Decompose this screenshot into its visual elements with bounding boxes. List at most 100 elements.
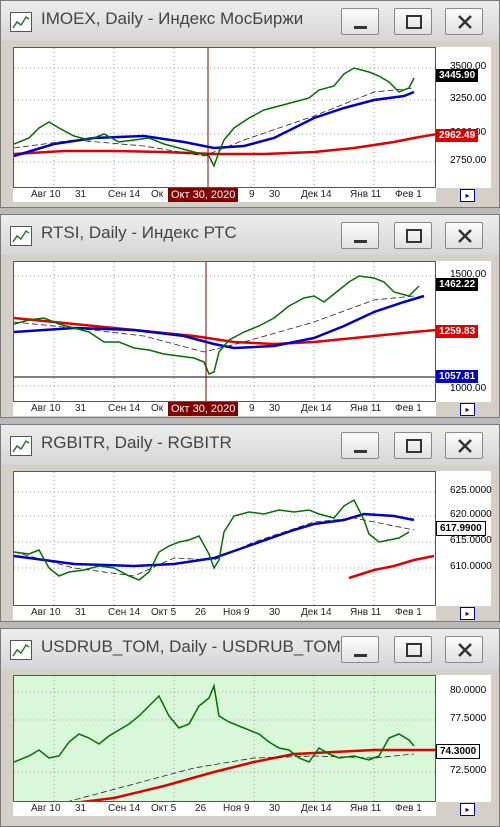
date-label: Янв 11 <box>350 607 382 618</box>
date-label: 9 <box>249 403 255 414</box>
ma-slow-line <box>348 554 435 580</box>
crosshair-date-label: Окт 30, 2020 <box>168 188 239 202</box>
price-axis: 1500.00 1000.00 1462.22 1259.83 1057.81 <box>436 261 491 402</box>
maximize-button[interactable] <box>394 222 432 249</box>
title-bar[interactable]: RGBITR, Daily - RGBITR <box>1 425 499 465</box>
time-axis: Авг 10 31 Сен 14 Окт 5 26 Ноя 9 30 Дек 1… <box>13 802 436 816</box>
price-chart-area[interactable] <box>13 675 436 802</box>
maximize-button[interactable] <box>394 636 432 663</box>
price-chart-area[interactable] <box>13 261 436 402</box>
ma-slow-line <box>14 316 435 346</box>
minimize-button[interactable] <box>341 432 379 459</box>
date-label: Ноя 9 <box>223 607 250 618</box>
price-chart-area[interactable] <box>13 47 436 188</box>
price-chart-area[interactable] <box>13 471 436 606</box>
title-bar[interactable]: IMOEX, Daily - Индекс МосБиржи <box>1 1 499 41</box>
price-chart <box>14 262 435 401</box>
tick-label: 72.5000 <box>450 765 487 776</box>
date-label: Фев 1 <box>395 403 422 414</box>
date-label: 9 <box>249 189 255 200</box>
ma-fast-line <box>14 512 415 568</box>
date-label: Дек 14 <box>301 803 332 814</box>
tick-label: 1000.00 <box>450 383 487 394</box>
date-label: Фев 1 <box>395 189 422 200</box>
last-price-tag: 3445.90 <box>436 69 479 82</box>
date-label: Дек 14 <box>301 403 332 414</box>
date-label: Дек 14 <box>301 607 332 618</box>
date-label: Фев 1 <box>395 803 422 814</box>
price-axis: 625.0000 620.0000 615.0000 610.0000 617.… <box>436 471 492 606</box>
window-title: RGBITR, Daily - RGBITR <box>41 433 232 452</box>
minimize-button[interactable] <box>341 8 379 35</box>
price-line <box>14 498 410 581</box>
close-button[interactable] <box>445 636 483 663</box>
chart-window-icon <box>10 640 32 660</box>
tick-label: 80.0000 <box>450 685 487 696</box>
date-label: 31 <box>75 189 87 200</box>
price-axis: 80.0000 77.5000 72.5000 74.3000 <box>436 675 491 802</box>
scroll-to-end-icon[interactable]: ▸ <box>460 403 475 416</box>
tick-label: 620.0000 <box>450 509 492 520</box>
chart-window-icon <box>10 226 32 246</box>
chart-window-usdrub: USDRUB_TOM, Daily - USDRUB_TOM 80.0000 7… <box>0 628 500 827</box>
date-label: 31 <box>75 607 87 618</box>
tick-label: 610.0000 <box>450 561 492 572</box>
date-label: Авг 10 <box>31 803 61 814</box>
tick-label: 615.0000 <box>450 535 492 546</box>
date-label: Дек 14 <box>301 189 332 200</box>
ma-value-tag: 2962.49 <box>436 129 479 142</box>
close-button[interactable] <box>445 222 483 249</box>
scroll-to-end-icon[interactable]: ▸ <box>460 189 475 202</box>
date-label: 30 <box>269 403 281 414</box>
last-price-tag: 1462.22 <box>436 278 479 291</box>
close-button[interactable] <box>445 8 483 35</box>
maximize-button[interactable] <box>394 8 432 35</box>
scroll-to-end-icon[interactable]: ▸ <box>460 607 475 620</box>
date-label: Ок <box>151 189 164 200</box>
chart-window-rtsi: RTSI, Daily - Индекс РТС 1500.00 1000.00… <box>0 214 500 418</box>
title-bar[interactable]: USDRUB_TOM, Daily - USDRUB_TOM <box>1 629 499 669</box>
date-label: Фев 1 <box>395 607 422 618</box>
date-label: Окт 5 <box>151 803 177 814</box>
date-label: Янв 11 <box>350 803 382 814</box>
date-label: 26 <box>195 803 207 814</box>
last-price-tag: 74.3000 <box>436 744 481 759</box>
window-title: RTSI, Daily - Индекс РТС <box>41 223 237 242</box>
close-button[interactable] <box>445 432 483 459</box>
level-value-tag: 1057.81 <box>436 370 479 383</box>
minimize-button[interactable] <box>341 636 379 663</box>
title-bar[interactable]: RTSI, Daily - Индекс РТС <box>1 215 499 255</box>
chart-window-icon <box>10 436 32 456</box>
date-label: Янв 11 <box>350 189 382 200</box>
time-axis: Авг 10 31 Сен 14 Ок Окт 30, 2020 9 30 Де… <box>13 402 436 416</box>
date-label: Ок <box>151 403 164 414</box>
scroll-to-end-icon[interactable]: ▸ <box>460 803 475 816</box>
maximize-button[interactable] <box>394 432 432 459</box>
date-label: Авг 10 <box>31 607 61 618</box>
date-label: 26 <box>195 607 207 618</box>
date-label: 30 <box>269 189 281 200</box>
date-label: Авг 10 <box>31 189 61 200</box>
price-chart <box>14 472 435 605</box>
minimize-button[interactable] <box>341 222 379 249</box>
price-axis: 3500.00 3250.00 3000.00 2750.00 3445.90 … <box>436 47 491 188</box>
date-label: Сен 14 <box>108 803 141 814</box>
tick-label: 3250.00 <box>450 93 487 104</box>
chart-window-rgbitr: RGBITR, Daily - RGBITR 625.0000 620.0000… <box>0 424 500 622</box>
ma-thin-line <box>14 87 415 157</box>
date-label: Окт 5 <box>151 607 177 618</box>
date-label: 30 <box>269 803 281 814</box>
date-label: 31 <box>75 403 87 414</box>
window-title: IMOEX, Daily - Индекс МосБиржи <box>41 9 304 28</box>
chart-window-icon <box>10 12 32 32</box>
price-chart <box>14 676 435 801</box>
time-axis: Авг 10 31 Сен 14 Ок Окт 30, 2020 9 30 Де… <box>13 188 436 202</box>
time-axis: Авг 10 31 Сен 14 Окт 5 26 Ноя 9 30 Дек 1… <box>13 606 436 620</box>
date-label: Янв 11 <box>350 403 382 414</box>
date-label: Авг 10 <box>31 403 61 414</box>
date-label: Сен 14 <box>108 189 141 200</box>
date-label: 31 <box>75 803 87 814</box>
ma-value-tag: 1259.83 <box>436 325 479 338</box>
tick-label: 625.0000 <box>450 485 492 496</box>
date-label: Сен 14 <box>108 607 141 618</box>
